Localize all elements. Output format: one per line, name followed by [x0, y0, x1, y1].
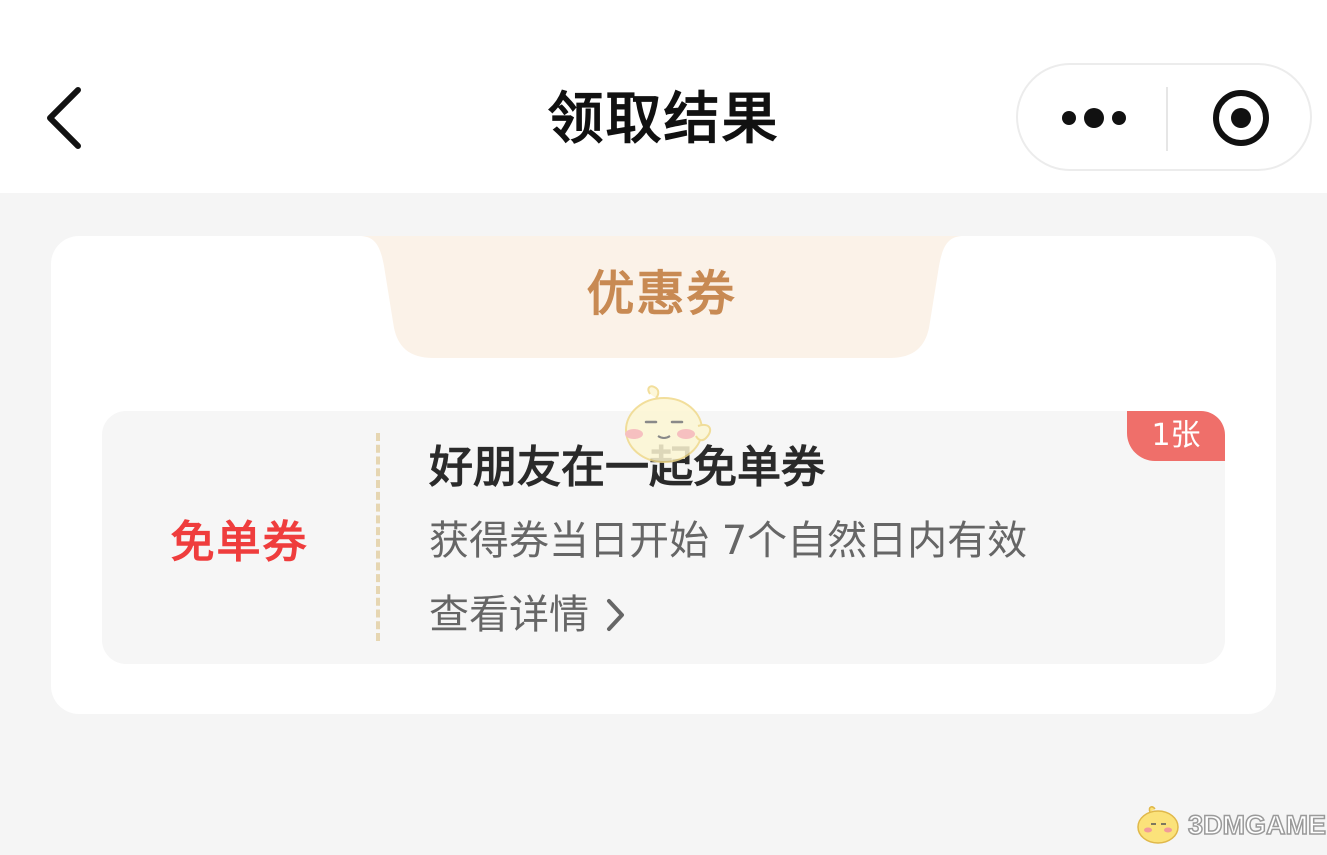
chevron-right-icon [607, 599, 624, 631]
close-button[interactable] [1168, 65, 1312, 169]
coupon-validity: 获得券当日开始 7个自然日内有效 [429, 518, 1028, 564]
mascot-watermark-icon [625, 385, 712, 463]
target-circle-icon [1213, 90, 1269, 146]
view-details-label: 查看详情 [429, 592, 589, 638]
site-watermark: 3DMGAME [1132, 802, 1327, 848]
more-dots-icon [1062, 108, 1126, 128]
navigation-bar: 领取结果 [0, 0, 1327, 193]
mascot-logo-icon [1137, 806, 1179, 844]
watermark-text: 3DMGAME [1187, 809, 1327, 841]
view-details-link[interactable]: 查看详情 [429, 587, 629, 643]
coupon-type-label: 免单券 [170, 516, 309, 568]
coupon-dashed-divider [376, 433, 380, 641]
quantity-badge: 1张 [1127, 411, 1225, 461]
mini-program-capsule [1016, 63, 1312, 171]
coupon-section-tab: 优惠券 [359, 236, 964, 358]
coupon-section-title: 优惠券 [586, 266, 737, 322]
more-button[interactable] [1018, 65, 1166, 169]
result-card: 优惠券 免单券 好朋友在一起免单券 获得券当日开始 7个自然日内有效 查看详情 … [51, 236, 1276, 714]
